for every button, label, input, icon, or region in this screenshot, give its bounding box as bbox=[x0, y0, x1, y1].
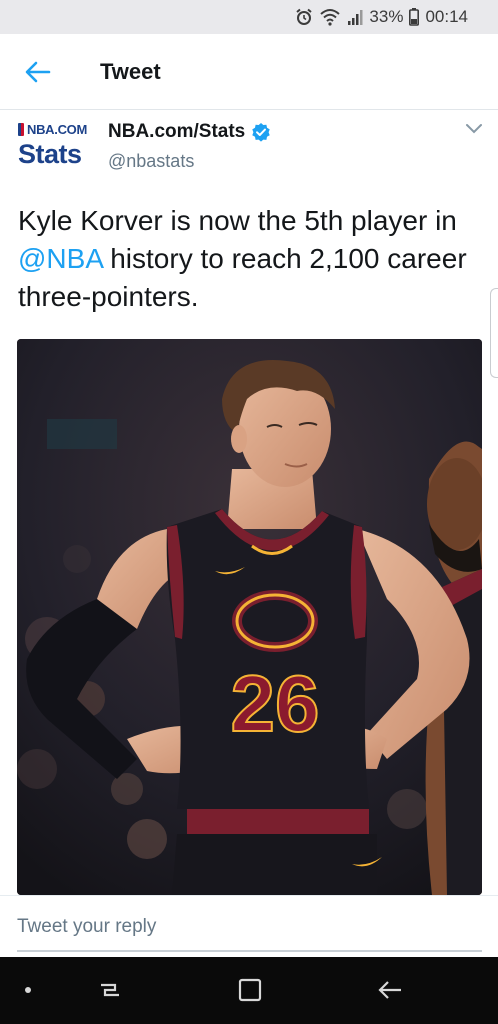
jersey-number: 26 bbox=[231, 659, 320, 748]
app-header: Tweet bbox=[0, 34, 498, 110]
signal-icon bbox=[348, 10, 363, 25]
tweet-menu-button[interactable] bbox=[464, 122, 484, 136]
player-illustration: 26 bbox=[17, 339, 482, 895]
avatar[interactable]: NBA.COM Stats bbox=[18, 122, 92, 182]
display-name[interactable]: NBA.com/Stats bbox=[108, 121, 271, 143]
avatar-logo-top: NBA.COM bbox=[27, 122, 88, 137]
back-button[interactable] bbox=[18, 56, 58, 88]
clock: 00:14 bbox=[425, 7, 468, 26]
tweet-text-part: Kyle Korver is now the 5th player in bbox=[18, 205, 457, 236]
alarm-icon bbox=[296, 8, 313, 25]
battery-icon bbox=[409, 8, 420, 26]
avatar-logo-bottom: Stats bbox=[18, 139, 82, 169]
home-button[interactable] bbox=[230, 975, 270, 1005]
recent-apps-icon bbox=[101, 983, 119, 997]
recent-apps-button[interactable] bbox=[90, 975, 130, 1005]
arrow-left-icon bbox=[25, 61, 51, 83]
system-nav-bar bbox=[0, 957, 498, 1024]
nav-dot-button[interactable] bbox=[8, 975, 48, 1005]
reply-bar: Tweet your reply bbox=[0, 895, 498, 957]
tweet-text: Kyle Korver is now the 5th player in @NB… bbox=[18, 202, 480, 316]
mention-link[interactable]: @NBA bbox=[18, 243, 102, 274]
reply-input[interactable]: Tweet your reply bbox=[17, 910, 482, 952]
back-nav-button[interactable] bbox=[370, 975, 410, 1005]
nba-logo-icon bbox=[18, 123, 24, 136]
status-icons: 33% 00:14 bbox=[295, 7, 468, 27]
dot-icon bbox=[25, 987, 31, 993]
display-name-text: NBA.com/Stats bbox=[108, 121, 246, 142]
user-handle[interactable]: @nbastats bbox=[108, 151, 194, 172]
nba-logo-text: NBA.COM bbox=[18, 122, 92, 137]
back-arrow-icon bbox=[378, 981, 401, 999]
battery-percent: 33% bbox=[369, 7, 404, 26]
page-title: Tweet bbox=[100, 59, 161, 84]
status-bar: 33% 00:14 bbox=[0, 0, 498, 34]
wifi-icon bbox=[320, 9, 341, 26]
tweet-photo[interactable]: 26 bbox=[17, 339, 482, 895]
chevron-down-icon bbox=[466, 124, 482, 134]
home-icon bbox=[238, 978, 262, 1002]
verified-badge-icon bbox=[252, 123, 270, 142]
edge-handle[interactable] bbox=[490, 288, 498, 378]
